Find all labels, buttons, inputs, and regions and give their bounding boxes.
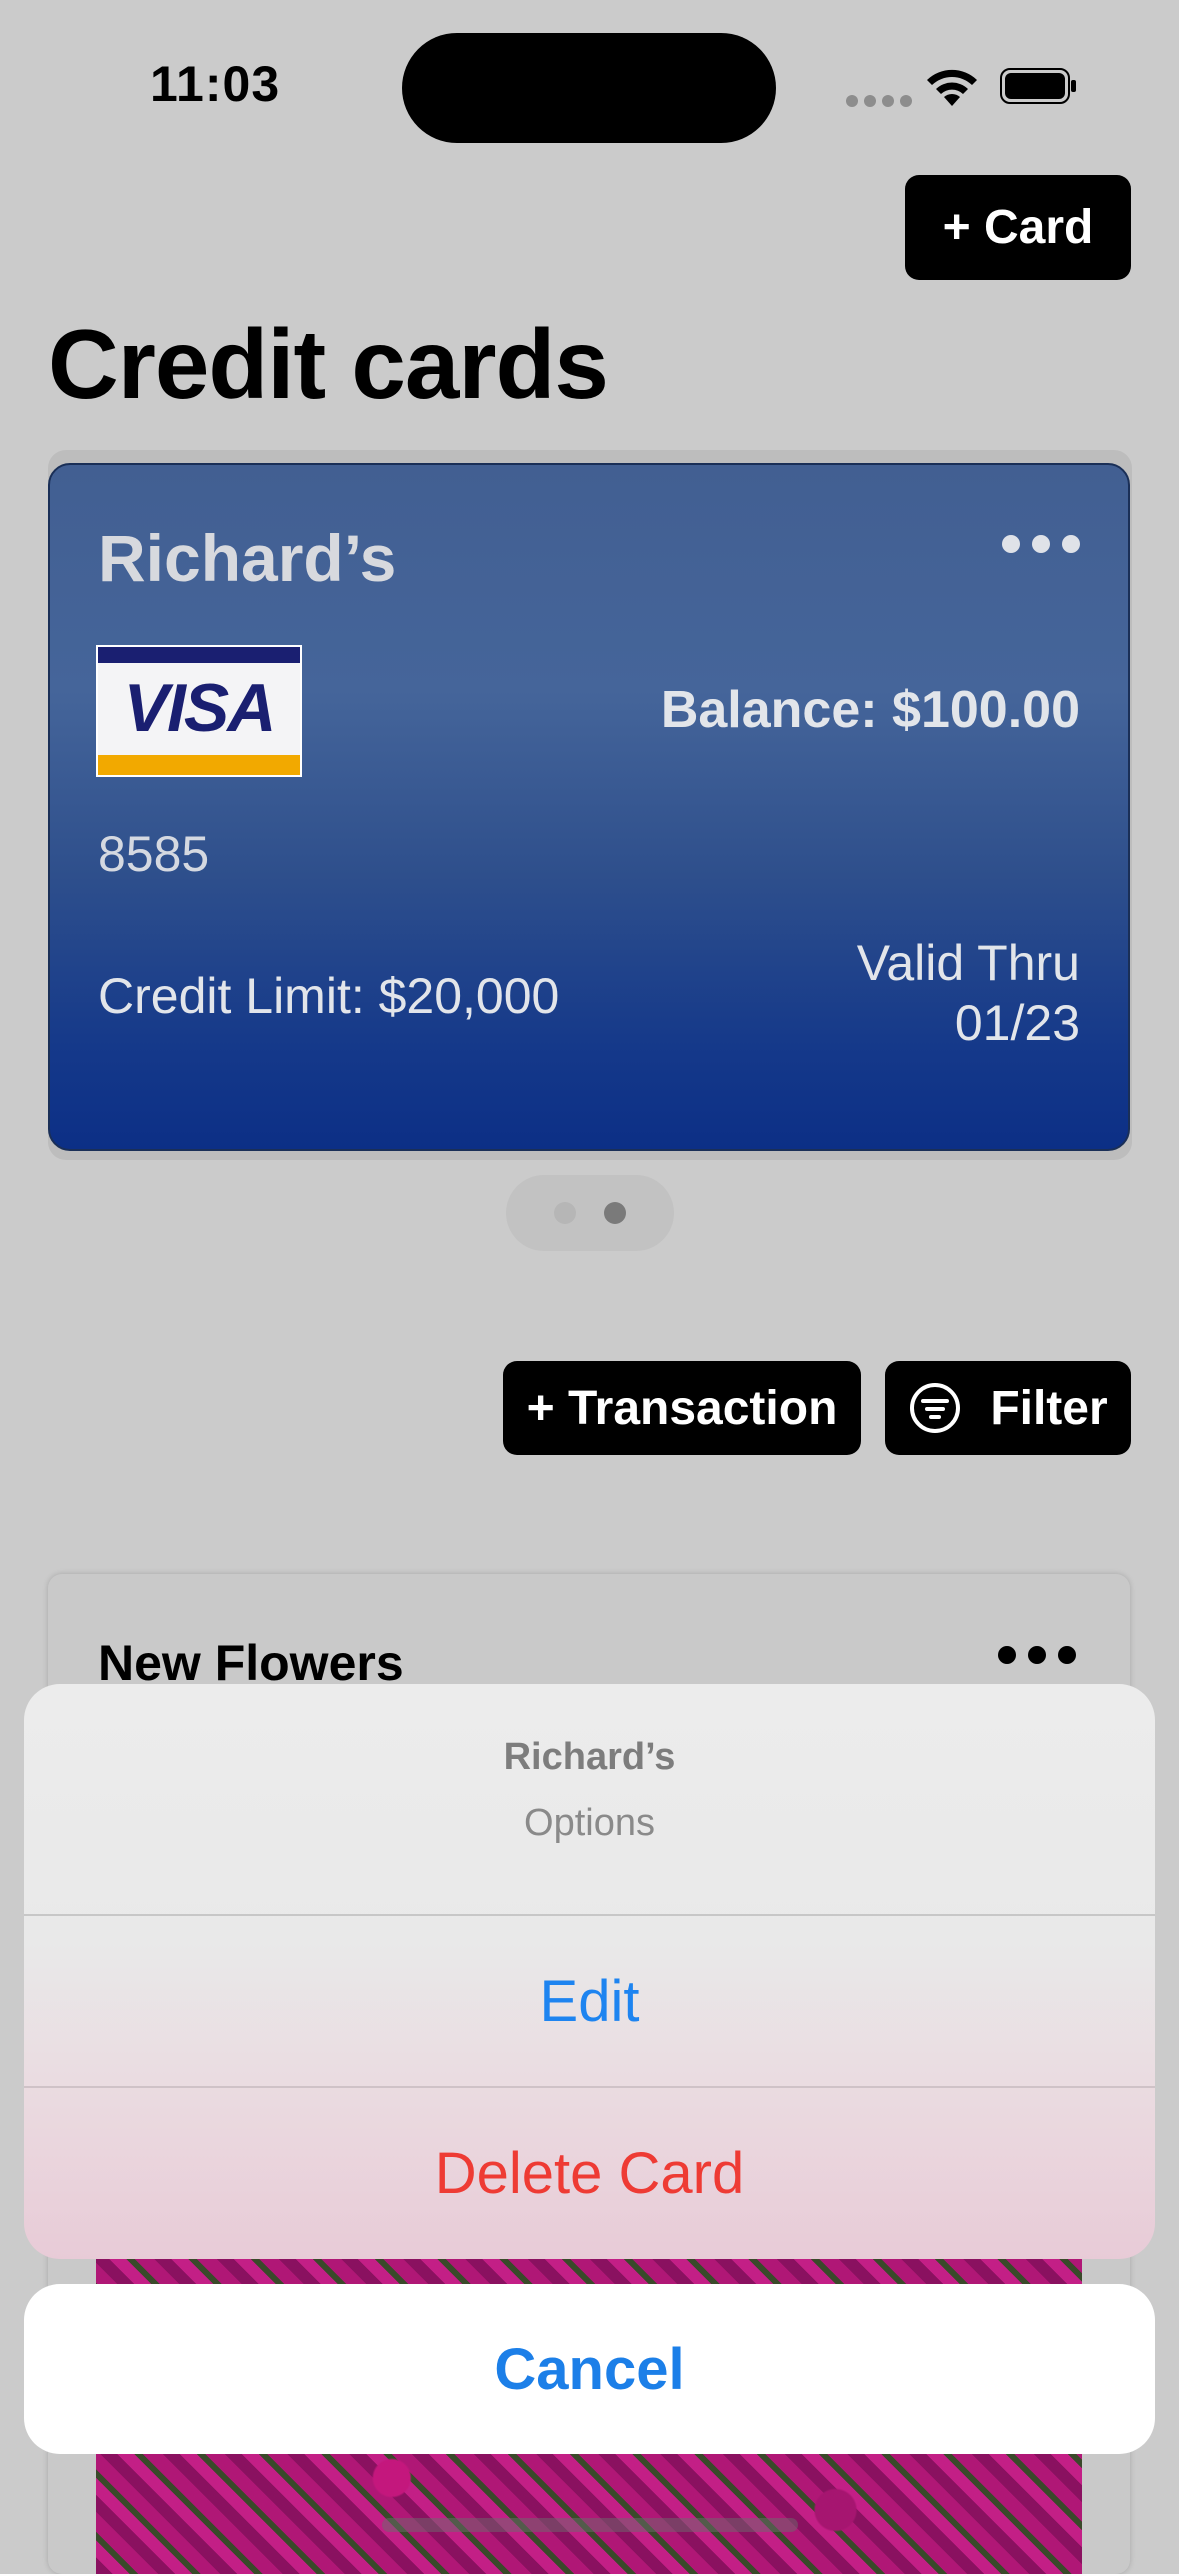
page-title: Credit cards [48, 309, 609, 419]
card-balance: Balance: $100.00 [660, 681, 1080, 739]
filter-icon [910, 1383, 961, 1433]
cellular-signal-icon [846, 95, 912, 107]
valid-thru: Valid Thru 01/23 [857, 933, 1080, 1053]
action-sheet-subtitle: Options [524, 1802, 655, 1844]
credit-limit: Credit Limit: $20,000 [98, 968, 560, 1024]
card-name: Richard’s [98, 521, 397, 595]
delete-card-button[interactable]: Delete Card [24, 2088, 1155, 2259]
add-transaction-button[interactable]: + Transaction [503, 1361, 861, 1455]
filter-label: Filter [990, 1381, 1108, 1435]
dynamic-island [402, 33, 776, 143]
page-dot[interactable] [554, 1202, 576, 1224]
status-time: 11:03 [150, 56, 281, 112]
action-sheet: Richard’s Options Edit Delete Card [24, 1684, 1155, 2259]
cancel-button[interactable]: Cancel [24, 2284, 1155, 2454]
home-indicator[interactable] [382, 2518, 798, 2532]
battery-icon [1000, 68, 1076, 104]
valid-thru-label: Valid Thru [856, 935, 1080, 991]
add-card-button[interactable]: + Card [905, 175, 1131, 280]
page-control[interactable] [506, 1175, 674, 1251]
action-sheet-title: Richard’s [503, 1736, 676, 1778]
visa-logo: VISA [96, 645, 302, 777]
filter-button[interactable]: Filter [885, 1361, 1131, 1455]
transaction-more-icon[interactable] [998, 1646, 1076, 1664]
valid-thru-date: 01/23 [954, 995, 1080, 1051]
card-more-icon[interactable] [1002, 535, 1080, 553]
wifi-icon [927, 69, 977, 106]
edit-button[interactable]: Edit [24, 1916, 1155, 2086]
card-number: 8585 [98, 826, 210, 882]
page-dot-current[interactable] [604, 1202, 626, 1224]
credit-card[interactable]: Richard’s VISA Balance: $100.00 8585 Cre… [48, 463, 1130, 1151]
